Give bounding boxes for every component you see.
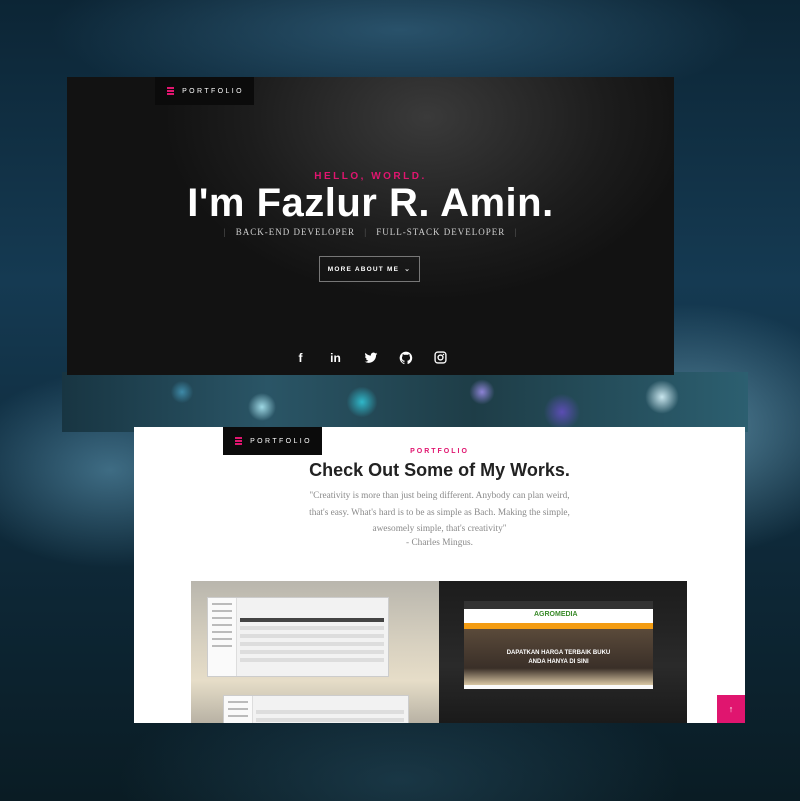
project-thumbnail-agromedia[interactable]: AGROMEDIA DAPATKAN HARGA TERBAIK BUKU AN…: [439, 581, 687, 723]
preview-banner-text: DAPATKAN HARGA TERBAIK BUKU ANDA HANYA D…: [464, 649, 653, 667]
menu-label: PORTFOLIO: [250, 437, 312, 445]
quote-author: - Charles Mingus.: [406, 538, 473, 548]
quote-line: awesomely simple, that's creativity": [372, 524, 507, 534]
preview-table-row: [240, 650, 384, 654]
role-backend: BACK-END DEVELOPER: [235, 227, 355, 237]
hero-roles: | BACK-END DEVELOPER | FULL-STACK DEVELO…: [67, 227, 674, 237]
preview-topbar: [464, 601, 653, 609]
social-links: f in: [67, 351, 674, 365]
section-kicker: PORTFOLIO: [410, 448, 469, 455]
background-collage: [62, 372, 748, 432]
hamburger-icon: [235, 437, 243, 445]
preview-table-row: [240, 642, 384, 646]
preview-table-header: [240, 618, 384, 622]
portfolio-menu-button[interactable]: PORTFOLIO: [155, 77, 254, 105]
creativity-quote: "Creativity is more than just being diff…: [284, 488, 595, 538]
agromedia-site-preview: AGROMEDIA DAPATKAN HARGA TERBAIK BUKU AN…: [464, 601, 653, 689]
preview-sidebar: [208, 598, 237, 676]
preview-form-row: [256, 718, 404, 722]
admin-dashboard-preview: [207, 597, 389, 677]
linkedin-icon[interactable]: in: [329, 351, 343, 365]
menu-label: PORTFOLIO: [182, 87, 244, 95]
project-thumbnail-admin[interactable]: [191, 581, 439, 723]
preview-table-row: [240, 634, 384, 638]
banner-line: ANDA HANYA DI SINI: [528, 659, 589, 665]
back-to-top-button[interactable]: ↑: [717, 695, 745, 723]
chevron-down-icon: ⌄: [404, 266, 412, 273]
hamburger-icon: [167, 87, 175, 95]
preview-table-row: [240, 658, 384, 662]
more-about-me-label: MORE ABOUT ME: [327, 265, 400, 273]
hero-name: I'm Fazlur R. Amin.: [187, 181, 554, 225]
role-divider: |: [223, 227, 227, 237]
preview-form-row: [256, 710, 404, 714]
role-fullstack: FULL-STACK DEVELOPER: [376, 227, 506, 237]
agromedia-logo: AGROMEDIA: [534, 611, 578, 618]
github-icon[interactable]: [399, 351, 413, 365]
twitter-icon[interactable]: [364, 351, 378, 365]
instagram-icon[interactable]: [434, 351, 448, 365]
hero-section: PORTFOLIO HELLO, WORLD. I'm Fazlur R. Am…: [67, 77, 674, 375]
facebook-icon[interactable]: f: [294, 351, 308, 365]
role-divider: |: [364, 227, 368, 237]
quote-line: that's easy. What's hard is to be as sim…: [309, 507, 570, 518]
preview-sidebar: [224, 696, 253, 723]
section-title: Check Out Some of My Works.: [309, 460, 570, 480]
more-about-me-button[interactable]: MORE ABOUT ME ⌄: [319, 256, 420, 282]
banner-line: DAPATKAN HARGA TERBAIK BUKU: [506, 650, 611, 656]
quote-line: "Creativity is more than just being diff…: [309, 491, 570, 501]
preview-table-row: [240, 626, 384, 630]
admin-form-preview: [223, 695, 409, 723]
works-section: PORTFOLIO PORTFOLIO Check Out Some of My…: [134, 427, 745, 723]
role-divider: |: [514, 227, 518, 237]
